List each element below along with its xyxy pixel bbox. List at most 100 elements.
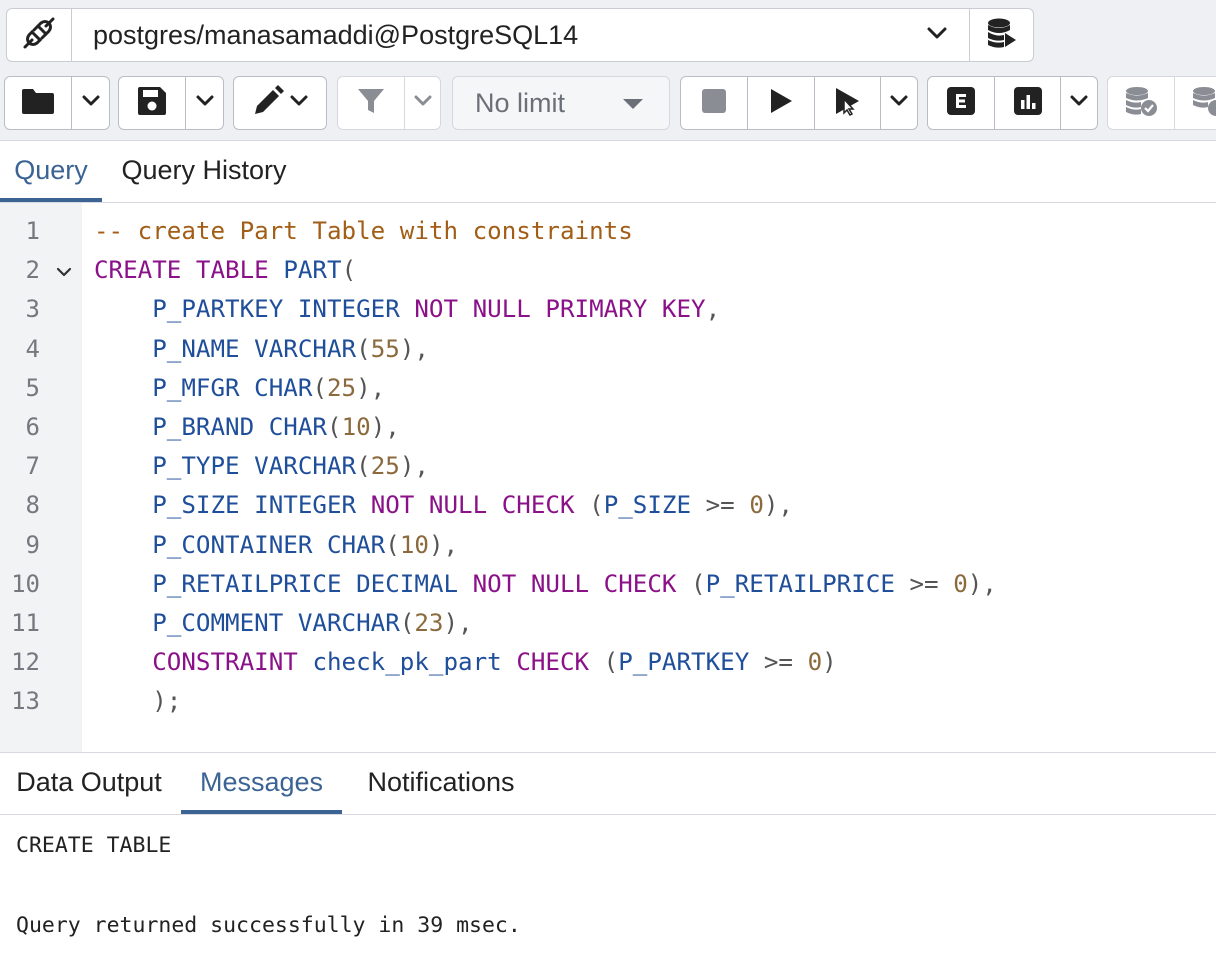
code-line: P_PARTKEY INTEGER NOT NULL PRIMARY KEY,: [94, 295, 720, 323]
code-token: 0: [807, 648, 823, 677]
code-token: NOT NULL CHECK: [472, 569, 677, 598]
line-number: 9: [25, 530, 40, 559]
tab-query[interactable]: Query: [0, 141, 102, 202]
explain-button[interactable]: [928, 77, 994, 129]
connection-selector[interactable]: postgres/manasamaddi@PostgreSQL14: [6, 8, 1034, 62]
save-file-menu-button[interactable]: [185, 77, 223, 129]
code-token: (: [574, 491, 604, 520]
code-token: ),: [443, 609, 473, 637]
plug-icon: [21, 15, 57, 56]
code-line: P_BRAND CHAR(10),: [94, 413, 400, 441]
execute-menu-button[interactable]: [880, 77, 917, 129]
code-token: ),: [399, 452, 429, 481]
line-number: 1: [25, 217, 40, 245]
open-file-button[interactable]: [5, 77, 71, 129]
stop-icon: [701, 88, 727, 119]
line-number: 6: [25, 413, 40, 441]
edit-group: [233, 76, 327, 130]
code-token: 0: [953, 569, 968, 598]
folder-icon: [21, 87, 55, 120]
chevron-down-icon: [414, 94, 432, 112]
bar-chart-icon: [1013, 86, 1043, 121]
new-connection-button[interactable]: [969, 9, 1034, 61]
commit-button[interactable]: [1108, 77, 1174, 129]
tab-query-history[interactable]: Query History: [106, 141, 302, 202]
database-check-icon: [1123, 85, 1159, 122]
code-token: ),: [967, 569, 997, 598]
row-limit-select[interactable]: No limit: [452, 76, 670, 130]
line-number: 4: [25, 334, 40, 363]
connection-dropdown-button[interactable]: [905, 9, 969, 61]
line-number: 8: [25, 491, 40, 520]
line-number: 12: [11, 648, 40, 677]
execute-query-button[interactable]: [747, 77, 814, 129]
code-token: CHECK: [516, 648, 590, 677]
code-token: (: [312, 373, 327, 402]
open-file-menu-button[interactable]: [71, 77, 109, 129]
code-token: P_BRAND CHAR: [94, 413, 327, 441]
code-token: ),: [370, 413, 400, 441]
code-line: -- create Part Table with constraints: [94, 217, 633, 245]
code-token: (: [327, 413, 342, 441]
line-number: 11: [11, 609, 40, 637]
code-token: P_COMMENT VARCHAR: [94, 609, 400, 637]
code-token: P_RETAILPRICE DECIMAL: [94, 569, 459, 598]
floppy-disk-icon: [136, 85, 168, 122]
code-token: (: [676, 569, 706, 598]
code-token: ),: [428, 530, 459, 559]
code-token: P_CONTAINER CHAR: [94, 530, 386, 559]
query-tab-bar: Query Query History: [0, 141, 1216, 203]
edit-menu-button[interactable]: [234, 77, 326, 129]
code-token: P_PARTKEY: [618, 648, 750, 677]
code-token: (: [385, 530, 400, 559]
code-token: ,: [705, 295, 721, 324]
chevron-down-icon: [290, 94, 308, 112]
rollback-button[interactable]: [1174, 77, 1216, 129]
explain-analyze-button[interactable]: [994, 77, 1060, 129]
stop-query-button[interactable]: [681, 77, 747, 129]
connection-bar: postgres/manasamaddi@PostgreSQL14: [0, 0, 1216, 68]
explain-menu-button[interactable]: [1060, 77, 1097, 129]
execute-group: [680, 76, 918, 130]
line-number: 5: [25, 373, 40, 402]
caret-down-icon: [623, 99, 643, 109]
code-token: -- create Part Table with constraints: [94, 217, 633, 245]
code-token: (: [356, 452, 371, 481]
sql-editor[interactable]: 1 2 3 4 5 6 7 8 9 10 11 12 13 -- create Part Table w…: [0, 203, 1216, 752]
code-token: ),: [763, 491, 793, 520]
filter-menu-button[interactable]: [404, 77, 440, 129]
open-file-group: [4, 76, 110, 130]
code-line: CREATE TABLE PART(: [94, 256, 356, 284]
save-file-group: [118, 76, 224, 130]
chevron-down-icon: [926, 26, 948, 45]
code-line: P_MFGR CHAR(25),: [94, 374, 385, 402]
message-line: CREATE TABLE: [16, 833, 172, 858]
save-file-button[interactable]: [119, 77, 185, 129]
filter-button[interactable]: [338, 77, 404, 129]
tab-messages[interactable]: Messages: [181, 753, 342, 814]
code-token: >=: [894, 569, 954, 598]
tab-notifications[interactable]: Notifications: [346, 753, 536, 814]
code-token: 25: [370, 452, 400, 481]
execute-script-button[interactable]: [814, 77, 880, 129]
connection-status-button[interactable]: [7, 9, 72, 61]
code-token: ),: [399, 334, 429, 363]
code-token: 23: [414, 609, 444, 637]
transaction-group: [1107, 76, 1216, 130]
code-line: P_NAME VARCHAR(55),: [94, 335, 429, 363]
fold-chevron-icon[interactable]: [56, 265, 72, 283]
code-line: CONSTRAINT check_pk_part CHECK (P_PARTKE…: [94, 648, 836, 677]
tab-data-output[interactable]: Data Output: [0, 753, 178, 814]
explain-icon: [946, 86, 976, 121]
code-token: CONSTRAINT: [152, 648, 298, 677]
code-token: >=: [691, 491, 750, 520]
message-line: Query returned successfully in 39 msec.: [16, 913, 521, 938]
code-token: PART: [283, 256, 342, 285]
line-number: 3: [25, 295, 40, 324]
code-token: CREATE TABLE: [94, 256, 269, 285]
messages-panel: CREATE TABLE Query returned successfully…: [0, 815, 1216, 980]
code-token: P_RETAILPRICE: [705, 569, 895, 598]
